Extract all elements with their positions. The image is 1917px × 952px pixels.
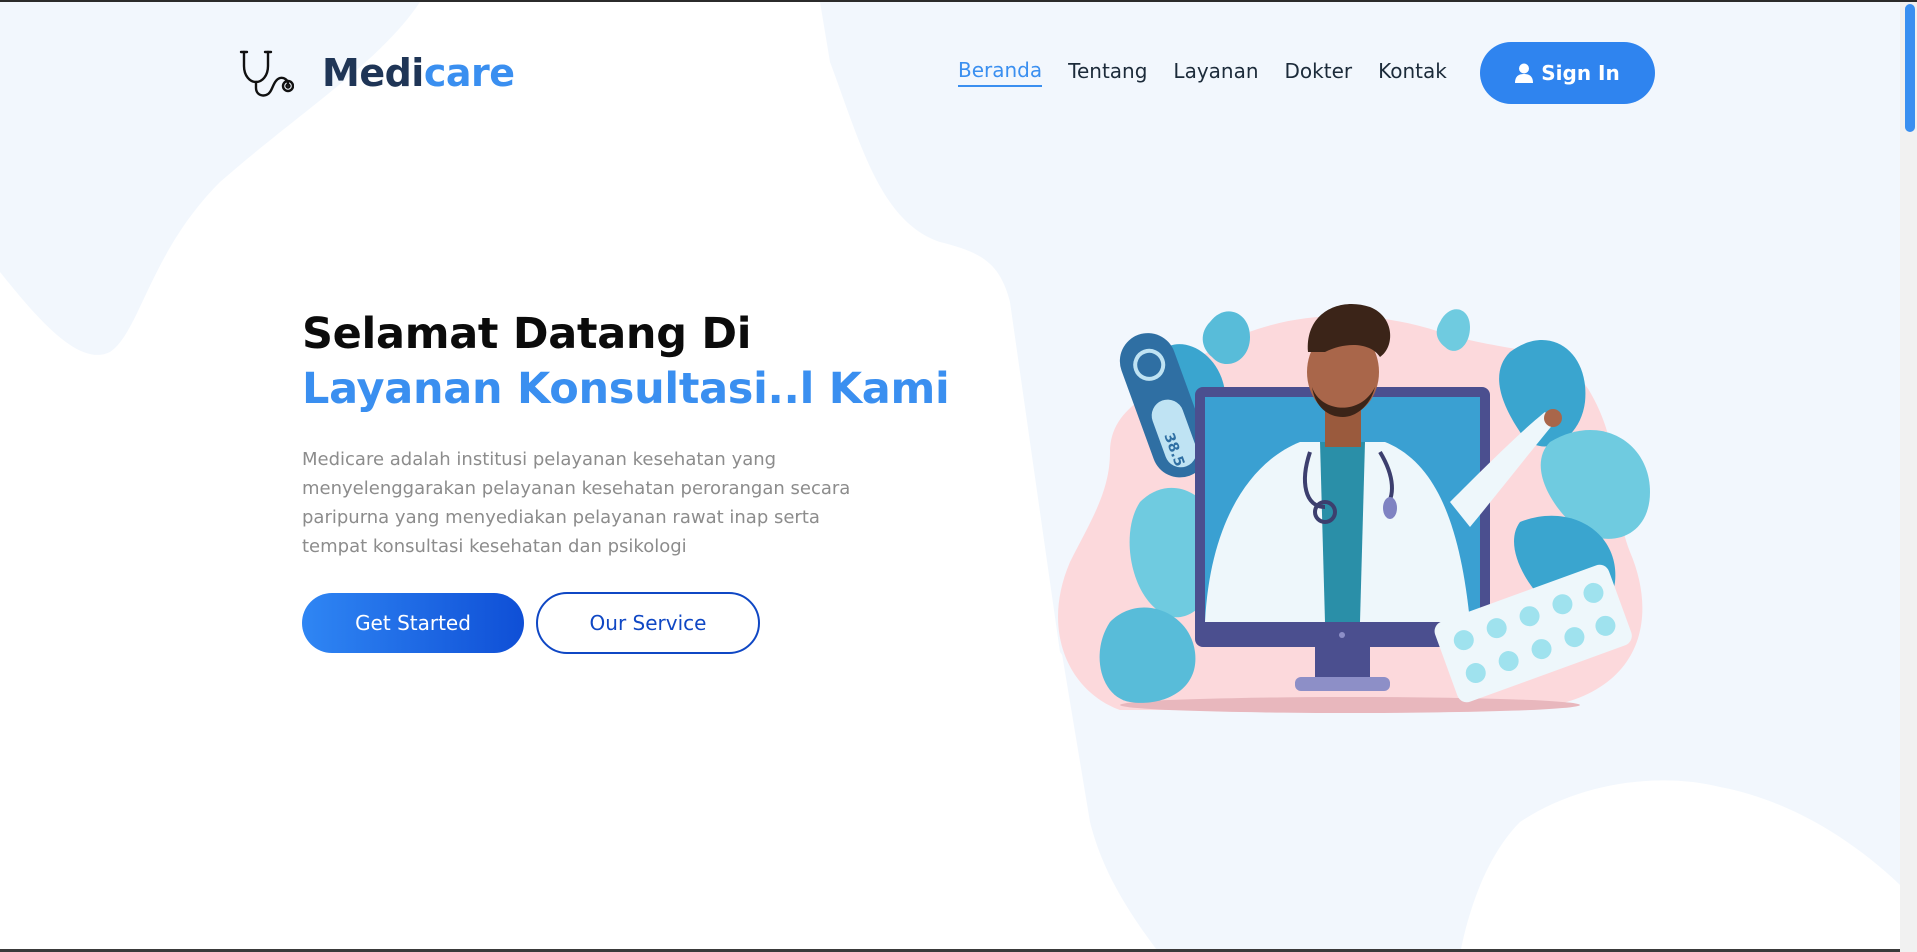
stethoscope-icon bbox=[239, 50, 294, 97]
site-header: Medicare Beranda Tentang Layanan Dokter … bbox=[0, 2, 1900, 142]
hero-title-line2: Layanan Konsultasi..l Kami bbox=[302, 363, 950, 414]
scrollbar-thumb[interactable] bbox=[1905, 4, 1915, 132]
nav-item-kontak[interactable]: Kontak bbox=[1378, 59, 1447, 86]
our-service-button[interactable]: Our Service bbox=[536, 592, 760, 654]
nav-item-beranda[interactable]: Beranda bbox=[958, 58, 1043, 87]
brand-logo[interactable]: Medicare bbox=[238, 46, 515, 100]
hero-description: Medicare adalah institusi pelayanan kese… bbox=[302, 448, 851, 557]
ground-shadow bbox=[1120, 697, 1580, 713]
doctor-on-monitor-illustration: 38.5 bbox=[1058, 304, 1650, 713]
hero-title-line1: Selamat Datang Di bbox=[302, 309, 752, 359]
signin-button[interactable]: Sign In bbox=[1480, 42, 1655, 104]
page: Medicare Beranda Tentang Layanan Dokter … bbox=[0, 0, 1917, 952]
hero-cta-group: Get Started Our Service bbox=[302, 592, 760, 654]
brand-name-part2: care bbox=[423, 51, 515, 95]
nav-item-tentang[interactable]: Tentang bbox=[1068, 59, 1147, 86]
hero-section: Selamat Datang Di Layanan Konsultasi..l … bbox=[302, 307, 950, 561]
nav-item-dokter[interactable]: Dokter bbox=[1285, 59, 1353, 86]
brand-name: Medicare bbox=[322, 54, 515, 92]
get-started-button[interactable]: Get Started bbox=[302, 593, 524, 653]
page-scrollbar[interactable] bbox=[1900, 2, 1917, 952]
signin-label: Sign In bbox=[1541, 61, 1620, 85]
nav-item-layanan[interactable]: Layanan bbox=[1173, 59, 1258, 86]
user-icon bbox=[1515, 63, 1534, 83]
main-nav: Beranda Tentang Layanan Dokter Kontak bbox=[958, 58, 1473, 87]
brand-name-part1: Medi bbox=[322, 51, 424, 95]
